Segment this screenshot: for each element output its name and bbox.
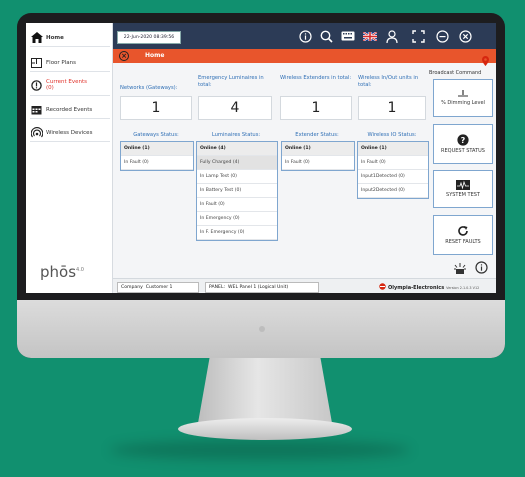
wireless-icon (30, 127, 43, 138)
top-bar: 22-Jun-2020 08:39:56 (113, 23, 496, 49)
status-row[interactable]: In Battery Test (0) (197, 184, 277, 198)
brand-area: Olympia-Electronics Version 2.1.0.3 V12 (379, 283, 479, 292)
svg-text:?: ? (461, 136, 466, 145)
chin-dot (259, 326, 265, 332)
company-label: Company (121, 285, 143, 290)
info-icon[interactable] (298, 29, 312, 43)
company-value: Customer 1 (145, 285, 173, 290)
status-row[interactable]: Online (4) (197, 142, 277, 156)
uk-flag-icon[interactable] (363, 29, 377, 43)
dimming-level-button[interactable]: % Dimming Level (433, 79, 493, 117)
wireless-io-status-list: Online (1) In Fault (0) Input1Detected (… (357, 141, 429, 199)
location-pin-icon (481, 51, 490, 66)
user-icon[interactable] (385, 29, 399, 43)
keyboard-icon[interactable] (341, 29, 355, 43)
sidebar-item-current-events[interactable]: Current Events (0) (30, 75, 110, 96)
io-units-total-count: 1 (358, 96, 426, 120)
logo-text: phōs (40, 263, 77, 281)
luminaires-total-count: 4 (198, 96, 272, 120)
button-label: % Dimming Level (441, 100, 485, 106)
sidebar-item-wireless-devices[interactable]: Wireless Devices (30, 124, 110, 142)
monitor-base (178, 418, 352, 440)
status-row[interactable]: In Emergency (0) (197, 212, 277, 226)
info-icon[interactable] (475, 259, 488, 274)
status-row[interactable]: In Fault (0) (358, 156, 428, 170)
sidebar-item-label: Floor Plans (46, 59, 76, 66)
extender-status-list: Online (1) In Fault (0) (281, 141, 355, 171)
extender-status-title: Extender Status: (295, 132, 339, 138)
event-count: (0) (46, 85, 54, 91)
request-status-button[interactable]: ? REQUEST STATUS (433, 124, 493, 164)
panel-value: WEL Panel 1 (Logical Unit) (228, 285, 289, 290)
status-row[interactable]: Input2Detected (0) (358, 184, 428, 198)
sidebar-item-label: Recorded Events (46, 106, 93, 113)
button-label: RESET FAULTS (445, 239, 481, 245)
company-field: Company Customer 1 (117, 282, 199, 293)
monitor-stand (197, 358, 333, 424)
floor-plan-icon (30, 57, 43, 68)
fullscreen-icon[interactable] (411, 29, 425, 43)
status-row[interactable]: In Fault (0) (282, 156, 354, 170)
search-icon[interactable] (319, 29, 333, 43)
dimming-icon (457, 90, 469, 100)
refresh-icon (457, 225, 469, 239)
status-bar: Company Customer 1 PANEL: WEL Panel 1 (L… (113, 278, 496, 293)
broadcast-command-title: Broadcast Command (429, 70, 482, 76)
status-row[interactable]: Online (1) (121, 142, 193, 156)
button-label: REQUEST STATUS (441, 148, 485, 154)
wireless-io-status-title: Wireless IO Status: (367, 132, 417, 138)
logo-version: 4.0 (76, 267, 84, 273)
status-row[interactable]: Online (1) (282, 142, 354, 156)
luminaires-status-list: Online (4) Fully Charged (4) In Lamp Tes… (196, 141, 278, 241)
extenders-total-count: 1 (280, 96, 352, 120)
networks-count: 1 (120, 96, 192, 120)
panel-field: PANEL: WEL Panel 1 (Logical Unit) (205, 282, 319, 293)
phos-logo: phōs4.0 (40, 263, 84, 281)
luminaires-status-title: Luminaires Status: (211, 132, 261, 138)
page-header: × Home (113, 49, 496, 66)
close-icon[interactable] (458, 29, 472, 43)
brand-logo-icon (379, 283, 386, 292)
gateways-status-title: Gateways Status: (133, 132, 179, 138)
sidebar-item-recorded-events[interactable]: Recorded Events (30, 101, 110, 119)
alert-circle-icon (30, 79, 43, 91)
page-title: Home (145, 52, 165, 59)
status-row[interactable]: In Fault (0) (197, 198, 277, 212)
io-units-total-label: Wireless In/Out units in total: (358, 75, 419, 88)
calendar-icon (30, 104, 43, 115)
sidebar-item-floor-plans[interactable]: Floor Plans (30, 54, 110, 72)
luminaires-total-label: Emergency Luminaires in total: (198, 75, 264, 88)
minus-icon[interactable] (435, 29, 449, 43)
networks-label: Networks (Gateways): (120, 85, 178, 91)
sidebar-item-label: Home (46, 34, 64, 41)
sidebar: Home Floor Plans Current Events (0) Reco… (26, 23, 113, 293)
system-test-button[interactable]: SYSTEM TEST (433, 170, 493, 208)
status-row[interactable]: In Fault (0) (121, 156, 193, 170)
emergency-light-icon[interactable] (454, 260, 466, 274)
app-screen: Home Floor Plans Current Events (0) Reco… (26, 23, 496, 293)
sidebar-item-label: Wireless Devices (46, 129, 93, 136)
monitor-shadow (110, 440, 410, 460)
sidebar-item-home[interactable]: Home (30, 29, 110, 47)
status-row[interactable]: In F. Emergency (0) (197, 226, 277, 240)
datetime-display: 22-Jun-2020 08:39:56 (117, 31, 181, 44)
button-label: SYSTEM TEST (446, 192, 480, 198)
status-row[interactable]: Fully Charged (4) (197, 156, 277, 170)
oscilloscope-icon (456, 180, 470, 192)
gateways-status-list: Online (1) In Fault (0) (120, 141, 194, 171)
question-icon: ? (457, 134, 469, 148)
home-icon (30, 32, 43, 43)
status-row[interactable]: Online (1) (358, 142, 428, 156)
extenders-total-label: Wireless Extenders in total: (280, 75, 352, 81)
status-row[interactable]: In Lamp Test (0) (197, 170, 277, 184)
panel-label: PANEL: (209, 285, 226, 290)
close-page-button[interactable]: × (119, 51, 129, 61)
brand-name: Olympia-Electronics (388, 284, 445, 291)
status-row[interactable]: Input1Detected (0) (358, 170, 428, 184)
reset-faults-button[interactable]: RESET FAULTS (433, 215, 493, 255)
version-text: Version 2.1.0.3 V12 (446, 285, 480, 290)
